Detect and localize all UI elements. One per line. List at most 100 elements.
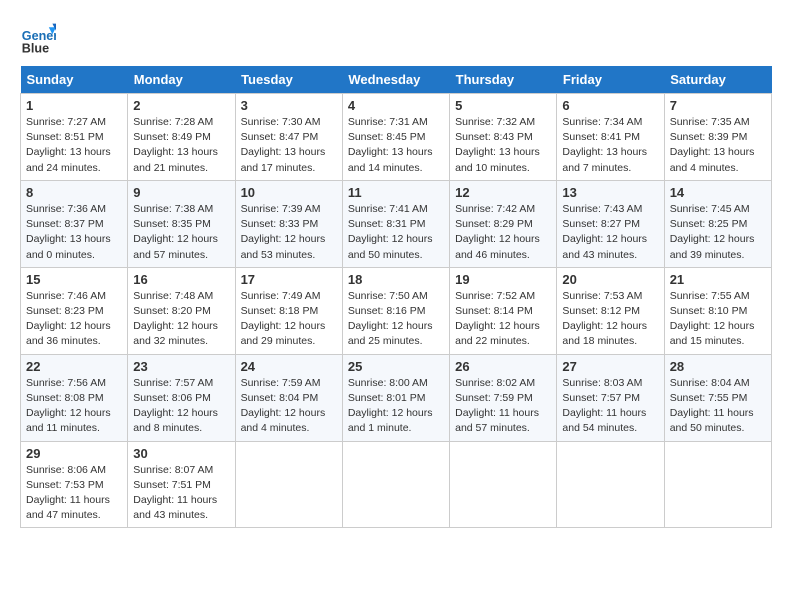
day-number: 4 — [348, 98, 444, 113]
calendar-row-2: 15 Sunrise: 7:46 AM Sunset: 8:23 PM Dayli… — [21, 267, 772, 354]
calendar-cell: 28 Sunrise: 8:04 AM Sunset: 7:55 PM Dayli… — [664, 354, 771, 441]
day-number: 30 — [133, 446, 229, 461]
calendar-cell: 29 Sunrise: 8:06 AM Sunset: 7:53 PM Dayli… — [21, 441, 128, 528]
day-number: 8 — [26, 185, 122, 200]
day-number: 14 — [670, 185, 766, 200]
day-info: Sunrise: 7:34 AM Sunset: 8:41 PM Dayligh… — [562, 115, 658, 176]
calendar-cell — [235, 441, 342, 528]
day-info: Sunrise: 7:38 AM Sunset: 8:35 PM Dayligh… — [133, 202, 229, 263]
calendar-cell: 10 Sunrise: 7:39 AM Sunset: 8:33 PM Dayli… — [235, 180, 342, 267]
day-info: Sunrise: 7:27 AM Sunset: 8:51 PM Dayligh… — [26, 115, 122, 176]
day-number: 10 — [241, 185, 337, 200]
svg-text:Blue: Blue — [22, 41, 49, 55]
header-cell-tuesday: Tuesday — [235, 66, 342, 94]
day-number: 11 — [348, 185, 444, 200]
calendar-cell — [450, 441, 557, 528]
day-info: Sunrise: 7:43 AM Sunset: 8:27 PM Dayligh… — [562, 202, 658, 263]
calendar-cell: 16 Sunrise: 7:48 AM Sunset: 8:20 PM Dayli… — [128, 267, 235, 354]
day-number: 1 — [26, 98, 122, 113]
day-number: 17 — [241, 272, 337, 287]
day-number: 20 — [562, 272, 658, 287]
calendar-cell: 7Sunrise: 7:35 AM Sunset: 8:39 PM Daylig… — [664, 94, 771, 181]
calendar-cell: 12Sunrise: 7:42 AM Sunset: 8:29 PM Dayli… — [450, 180, 557, 267]
day-number: 9 — [133, 185, 229, 200]
day-info: Sunrise: 7:28 AM Sunset: 8:49 PM Dayligh… — [133, 115, 229, 176]
day-info: Sunrise: 7:30 AM Sunset: 8:47 PM Dayligh… — [241, 115, 337, 176]
calendar-cell: 22Sunrise: 7:56 AM Sunset: 8:08 PM Dayli… — [21, 354, 128, 441]
calendar-cell: 9 Sunrise: 7:38 AM Sunset: 8:35 PM Daylig… — [128, 180, 235, 267]
calendar-cell: 5Sunrise: 7:32 AM Sunset: 8:43 PM Daylig… — [450, 94, 557, 181]
day-number: 12 — [455, 185, 551, 200]
calendar-body: 1 Sunrise: 7:27 AM Sunset: 8:51 PM Daylig… — [21, 94, 772, 528]
header-cell-friday: Friday — [557, 66, 664, 94]
day-info: Sunrise: 7:36 AM Sunset: 8:37 PM Dayligh… — [26, 202, 122, 263]
calendar-cell: 24Sunrise: 7:59 AM Sunset: 8:04 PM Dayli… — [235, 354, 342, 441]
day-info: Sunrise: 8:02 AM Sunset: 7:59 PM Dayligh… — [455, 376, 551, 437]
calendar-cell: 23 Sunrise: 7:57 AM Sunset: 8:06 PM Dayli… — [128, 354, 235, 441]
day-number: 16 — [133, 272, 229, 287]
day-number: 18 — [348, 272, 444, 287]
calendar-cell: 14 Sunrise: 7:45 AM Sunset: 8:25 PM Dayli… — [664, 180, 771, 267]
day-number: 3 — [241, 98, 337, 113]
calendar-cell: 18 Sunrise: 7:50 AM Sunset: 8:16 PM Dayli… — [342, 267, 449, 354]
logo-icon: General Blue — [20, 20, 56, 56]
calendar-row-3: 22Sunrise: 7:56 AM Sunset: 8:08 PM Dayli… — [21, 354, 772, 441]
calendar-cell: 20 Sunrise: 7:53 AM Sunset: 8:12 PM Dayli… — [557, 267, 664, 354]
day-info: Sunrise: 7:46 AM Sunset: 8:23 PM Dayligh… — [26, 289, 122, 350]
day-number: 13 — [562, 185, 658, 200]
header-cell-wednesday: Wednesday — [342, 66, 449, 94]
day-number: 26 — [455, 359, 551, 374]
day-info: Sunrise: 7:31 AM Sunset: 8:45 PM Dayligh… — [348, 115, 444, 176]
day-info: Sunrise: 7:41 AM Sunset: 8:31 PM Dayligh… — [348, 202, 444, 263]
day-number: 29 — [26, 446, 122, 461]
day-info: Sunrise: 7:53 AM Sunset: 8:12 PM Dayligh… — [562, 289, 658, 350]
day-info: Sunrise: 7:49 AM Sunset: 8:18 PM Dayligh… — [241, 289, 337, 350]
day-info: Sunrise: 7:55 AM Sunset: 8:10 PM Dayligh… — [670, 289, 766, 350]
day-info: Sunrise: 8:03 AM Sunset: 7:57 PM Dayligh… — [562, 376, 658, 437]
day-number: 15 — [26, 272, 122, 287]
day-info: Sunrise: 7:52 AM Sunset: 8:14 PM Dayligh… — [455, 289, 551, 350]
header-row: SundayMondayTuesdayWednesdayThursdayFrid… — [21, 66, 772, 94]
header-cell-sunday: Sunday — [21, 66, 128, 94]
calendar-row-0: 1 Sunrise: 7:27 AM Sunset: 8:51 PM Daylig… — [21, 94, 772, 181]
calendar-cell — [664, 441, 771, 528]
day-number: 6 — [562, 98, 658, 113]
calendar-cell: 6 Sunrise: 7:34 AM Sunset: 8:41 PM Daylig… — [557, 94, 664, 181]
page-header: General Blue — [20, 20, 772, 56]
day-number: 22 — [26, 359, 122, 374]
calendar-cell: 17 Sunrise: 7:49 AM Sunset: 8:18 PM Dayli… — [235, 267, 342, 354]
day-info: Sunrise: 7:45 AM Sunset: 8:25 PM Dayligh… — [670, 202, 766, 263]
calendar-row-1: 8 Sunrise: 7:36 AM Sunset: 8:37 PM Daylig… — [21, 180, 772, 267]
day-number: 27 — [562, 359, 658, 374]
day-info: Sunrise: 7:48 AM Sunset: 8:20 PM Dayligh… — [133, 289, 229, 350]
calendar-cell: 13 Sunrise: 7:43 AM Sunset: 8:27 PM Dayli… — [557, 180, 664, 267]
day-info: Sunrise: 8:04 AM Sunset: 7:55 PM Dayligh… — [670, 376, 766, 437]
day-info: Sunrise: 7:57 AM Sunset: 8:06 PM Dayligh… — [133, 376, 229, 437]
logo: General Blue — [20, 20, 60, 56]
calendar-table: SundayMondayTuesdayWednesdayThursdayFrid… — [20, 66, 772, 528]
header-cell-saturday: Saturday — [664, 66, 771, 94]
day-number: 7 — [670, 98, 766, 113]
calendar-cell: 4 Sunrise: 7:31 AM Sunset: 8:45 PM Daylig… — [342, 94, 449, 181]
calendar-cell: 19Sunrise: 7:52 AM Sunset: 8:14 PM Dayli… — [450, 267, 557, 354]
day-info: Sunrise: 7:39 AM Sunset: 8:33 PM Dayligh… — [241, 202, 337, 263]
calendar-cell: 11 Sunrise: 7:41 AM Sunset: 8:31 PM Dayli… — [342, 180, 449, 267]
day-number: 28 — [670, 359, 766, 374]
calendar-cell — [557, 441, 664, 528]
day-number: 2 — [133, 98, 229, 113]
calendar-cell: 8 Sunrise: 7:36 AM Sunset: 8:37 PM Daylig… — [21, 180, 128, 267]
calendar-cell: 15 Sunrise: 7:46 AM Sunset: 8:23 PM Dayli… — [21, 267, 128, 354]
calendar-cell: 27 Sunrise: 8:03 AM Sunset: 7:57 PM Dayli… — [557, 354, 664, 441]
day-number: 23 — [133, 359, 229, 374]
calendar-cell: 26 Sunrise: 8:02 AM Sunset: 7:59 PM Dayli… — [450, 354, 557, 441]
day-info: Sunrise: 7:50 AM Sunset: 8:16 PM Dayligh… — [348, 289, 444, 350]
calendar-header: SundayMondayTuesdayWednesdayThursdayFrid… — [21, 66, 772, 94]
day-number: 5 — [455, 98, 551, 113]
calendar-row-4: 29 Sunrise: 8:06 AM Sunset: 7:53 PM Dayli… — [21, 441, 772, 528]
day-info: Sunrise: 7:59 AM Sunset: 8:04 PM Dayligh… — [241, 376, 337, 437]
header-cell-monday: Monday — [128, 66, 235, 94]
day-info: Sunrise: 8:06 AM Sunset: 7:53 PM Dayligh… — [26, 463, 122, 524]
calendar-cell: 25Sunrise: 8:00 AM Sunset: 8:01 PM Dayli… — [342, 354, 449, 441]
calendar-cell: 3 Sunrise: 7:30 AM Sunset: 8:47 PM Daylig… — [235, 94, 342, 181]
calendar-cell: 30Sunrise: 8:07 AM Sunset: 7:51 PM Dayli… — [128, 441, 235, 528]
